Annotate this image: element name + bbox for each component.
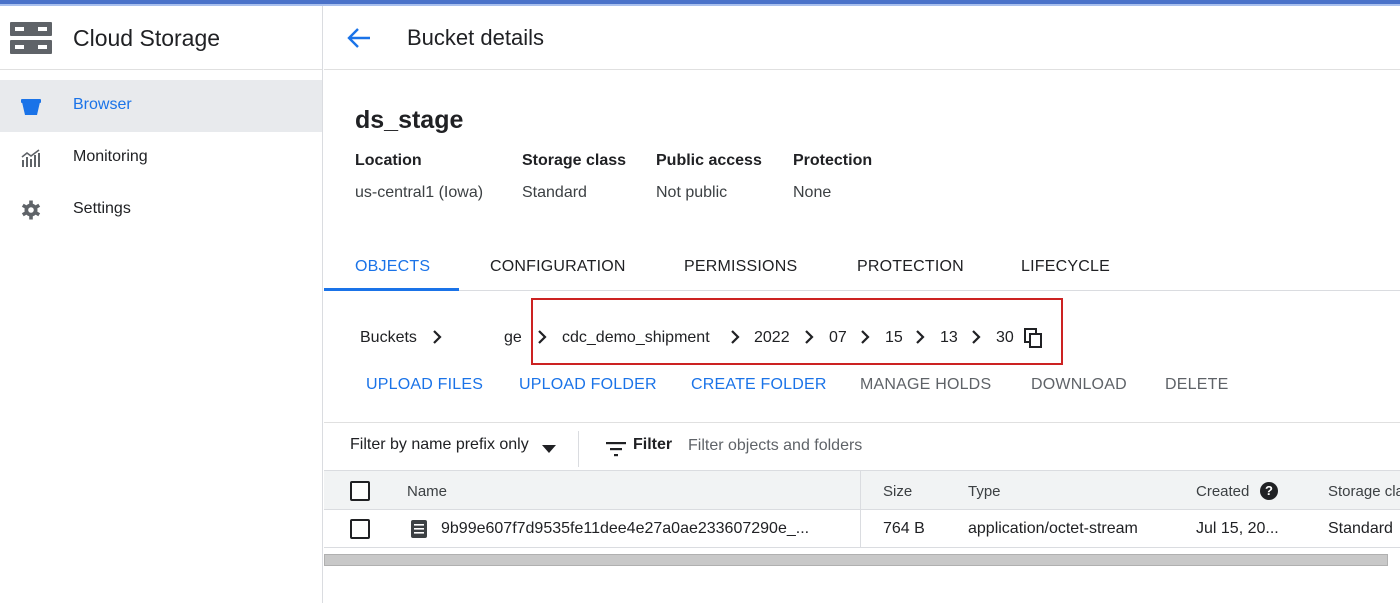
row-checkbox[interactable]	[350, 519, 370, 539]
monitoring-chart-icon	[21, 149, 40, 167]
divider	[578, 431, 579, 467]
filter-icon	[606, 442, 626, 457]
main-header: Bucket details	[324, 6, 1400, 70]
property-storage-class: Storage class Standard	[522, 152, 626, 202]
sidebar-item-browser[interactable]: Browser	[0, 80, 322, 132]
property-public-access: Public access Not public	[656, 152, 762, 202]
app-title: Cloud Storage	[73, 25, 221, 51]
select-all-checkbox[interactable]	[350, 481, 370, 501]
property-label: Storage class	[522, 152, 627, 169]
column-header-name[interactable]: Name	[407, 483, 447, 500]
tab-lifecycle[interactable]: LIFECYCLE	[1021, 258, 1110, 276]
page-title: Bucket details	[407, 25, 544, 50]
property-value: None	[793, 184, 832, 201]
file-icon	[411, 520, 427, 538]
sidebar: Cloud Storage Browser Monitoring Setting…	[0, 6, 323, 603]
column-header-type[interactable]: Type	[968, 483, 1001, 500]
property-location: Location us-central1 (Iowa)	[355, 152, 483, 202]
horizontal-scrollbar[interactable]	[324, 554, 1388, 566]
filter-input[interactable]	[688, 431, 1088, 461]
download-button[interactable]: DOWNLOAD	[1031, 376, 1127, 394]
app-header: Cloud Storage	[0, 6, 322, 70]
active-tab-indicator	[324, 288, 459, 291]
property-label: Location	[355, 152, 422, 169]
breadcrumb-buckets[interactable]: Buckets	[360, 329, 417, 347]
property-value: us-central1 (Iowa)	[355, 184, 484, 201]
tab-bar: OBJECTS CONFIGURATION PERMISSIONS PROTEC…	[324, 246, 1400, 291]
help-icon[interactable]: ?	[1260, 482, 1278, 500]
property-value: Not public	[656, 184, 728, 201]
object-storage-class: Standard	[1328, 520, 1393, 537]
object-type: application/octet-stream	[968, 520, 1138, 537]
table-row[interactable]: 9b99e607f7d9535fe11dee4e27a0ae233607290e…	[324, 510, 1400, 548]
upload-files-button[interactable]: UPLOAD FILES	[366, 376, 483, 394]
highlight-annotation	[531, 298, 1063, 365]
property-value: Standard	[522, 184, 587, 201]
breadcrumb-bucket[interactable]: ge	[504, 329, 522, 347]
object-name-link[interactable]: 9b99e607f7d9535fe11dee4e27a0ae233607290e…	[441, 520, 809, 538]
sidebar-item-monitoring[interactable]: Monitoring	[0, 132, 322, 184]
bucket-icon	[21, 99, 41, 115]
property-label: Protection	[793, 152, 873, 169]
column-header-created[interactable]: Created	[1196, 483, 1249, 500]
tab-objects[interactable]: OBJECTS	[355, 258, 430, 276]
action-toolbar: UPLOAD FILES UPLOAD FOLDER CREATE FOLDER…	[324, 376, 1400, 400]
tab-configuration[interactable]: CONFIGURATION	[490, 258, 626, 276]
column-header-size[interactable]: Size	[883, 483, 912, 500]
object-size: 764 B	[883, 520, 925, 537]
sidebar-item-label: Browser	[73, 96, 132, 113]
column-header-storage-class[interactable]: Storage cla	[1328, 483, 1400, 500]
sidebar-item-label: Settings	[73, 200, 131, 217]
tab-protection[interactable]: PROTECTION	[857, 258, 964, 276]
chevron-right-icon	[433, 330, 442, 344]
table-header: Name Size Type Created ? Storage cla	[324, 470, 1400, 510]
filter-mode-select[interactable]: Filter by name prefix only	[350, 436, 529, 454]
dropdown-arrow-icon	[542, 445, 556, 453]
filter-label: Filter	[633, 436, 673, 453]
tab-permissions[interactable]: PERMISSIONS	[684, 258, 797, 276]
property-protection: Protection None	[793, 152, 872, 202]
object-created: Jul 15, 20...	[1196, 520, 1279, 537]
storage-logo-icon	[10, 22, 52, 54]
sidebar-item-label: Monitoring	[73, 148, 148, 165]
sidebar-item-settings[interactable]: Settings	[0, 184, 322, 236]
create-folder-button[interactable]: CREATE FOLDER	[691, 376, 827, 394]
bucket-name: ds_stage	[355, 106, 464, 134]
delete-button[interactable]: DELETE	[1165, 376, 1228, 394]
filter-bar: Filter by name prefix only Filter	[324, 422, 1400, 472]
gear-icon	[21, 200, 41, 220]
manage-holds-button[interactable]: MANAGE HOLDS	[860, 376, 991, 394]
arrow-back-icon[interactable]	[346, 26, 372, 50]
property-label: Public access	[656, 152, 762, 169]
main-content: Bucket details ds_stage Location us-cent…	[324, 6, 1400, 603]
upload-folder-button[interactable]: UPLOAD FOLDER	[519, 376, 657, 394]
